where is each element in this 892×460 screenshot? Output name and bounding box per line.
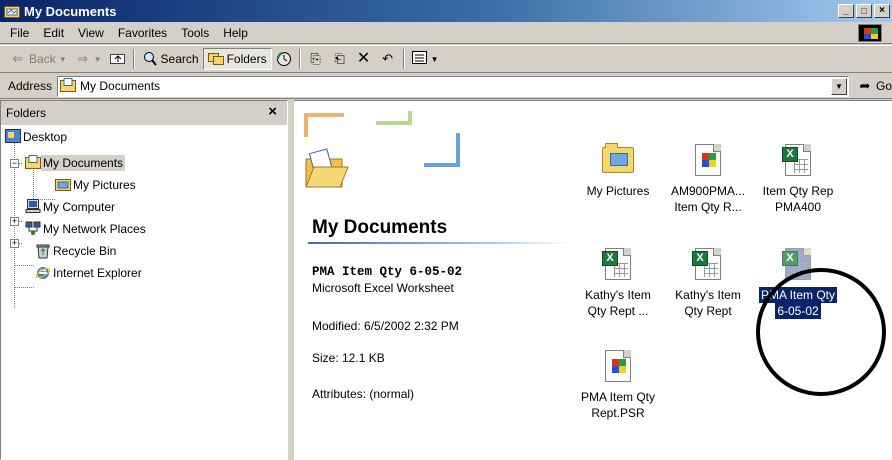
minimize-button[interactable]: _ [838,4,854,18]
my-documents-icon [25,155,41,171]
tree-item-my-network-places[interactable]: My Network Places [25,219,148,239]
file-item[interactable]: AM900PMA... Item Qty R... [658,143,758,215]
selected-file-type: Microsoft Excel Worksheet [312,281,454,295]
folder-window-icon [4,4,20,18]
address-input[interactable]: My Documents ▼ [57,75,849,97]
folders-icon [207,51,224,67]
history-icon [276,51,292,67]
folders-button[interactable]: Folders [202,48,272,70]
decorative-frame [304,113,344,137]
windows-logo-icon [858,24,882,42]
file-item[interactable]: X Kathy's Item Qty Rept ... [568,247,668,319]
expand-my-computer-icon[interactable]: + [10,217,19,226]
tree-item-internet-explorer[interactable]: Internet Explorer [35,263,144,283]
search-button[interactable]: Search [138,48,203,70]
menu-file[interactable]: File [0,26,36,40]
views-button[interactable]: ▼ [408,48,443,70]
folders-pane: Folders × Desktop − My Documents My Pict… [0,100,288,460]
views-icon [411,51,428,67]
open-folder-icon [302,145,350,193]
tree-item-recycle-bin[interactable]: Recycle Bin [35,241,118,261]
move-to-button[interactable]: ⎘ [304,48,328,70]
folders-pane-header: Folders × [1,101,287,125]
folder-heading: My Documents [312,217,448,238]
back-arrow-icon: ⇐ [12,51,24,66]
explorer-window: My Documents _ □ × File Edit View Favori… [0,0,892,460]
folder-pictures-icon [601,143,635,177]
undo-icon: ↶ [382,51,394,66]
forward-arrow-icon: ⇒ [77,51,89,66]
menu-view[interactable]: View [71,26,111,40]
delete-icon: ✕ [356,50,371,67]
ie-icon [35,265,51,281]
title-bar[interactable]: My Documents _ □ × [0,0,892,22]
annotation-circle [756,268,886,396]
tree-item-my-computer[interactable]: My Computer [25,197,117,217]
toolbar-separator [298,49,301,69]
copy-to-icon: ⎗ [334,51,345,66]
network-icon [25,221,41,237]
selected-file-modified: Modified: 6/5/2002 2:32 PM [312,319,459,333]
tree-item-my-pictures[interactable]: My Pictures [55,175,138,195]
excel-file-icon: X [781,143,815,177]
file-item[interactable]: PMA Item Qty Rept.PSR [568,349,668,421]
crystal-report-icon [601,349,635,383]
tree-item-my-documents[interactable]: My Documents [25,153,126,173]
file-item[interactable]: X Item Qty Rep PMA400 [748,143,848,215]
menu-bar: File Edit View Favorites Tools Help [0,22,892,44]
my-pictures-icon [55,177,71,193]
back-button[interactable]: ⇐ Back ▼ [6,48,71,70]
tree-item-desktop[interactable]: Desktop [5,127,69,147]
delete-button[interactable]: ✕ [352,48,376,70]
go-button[interactable]: ➦ Go [857,78,892,94]
recycle-bin-icon [35,243,51,259]
address-dropdown-icon[interactable]: ▼ [830,77,847,95]
standard-toolbar: ⇐ Back ▼ ⇒ ▼ Search Folders ⎘ ⎗ ✕ ↶ ▼ [0,45,892,73]
close-icon[interactable]: × [268,104,277,120]
decorative-frame [376,111,412,125]
expand-network-icon[interactable]: + [10,239,19,248]
up-folder-button[interactable] [106,48,130,70]
toolbar-separator [132,49,135,69]
move-to-icon: ⎘ [310,51,321,66]
back-dropdown-icon[interactable]: ▼ [59,55,67,64]
file-item[interactable]: My Pictures [568,143,668,199]
toolbar-separator [402,49,405,69]
address-bar: Address My Documents ▼ ➦ Go [0,74,892,99]
decorative-frame [424,133,460,167]
crystal-report-icon [691,143,725,177]
menu-tools[interactable]: Tools [174,26,216,40]
forward-button[interactable]: ⇒ ▼ [71,48,106,70]
undo-button[interactable]: ↶ [376,48,400,70]
search-icon [142,51,158,67]
address-label: Address [8,79,53,93]
excel-file-icon: X [601,247,635,281]
menu-edit[interactable]: Edit [36,26,71,40]
forward-dropdown-icon[interactable]: ▼ [94,55,102,64]
file-item[interactable]: X Kathy's Item Qty Rept [658,247,758,319]
close-button[interactable]: × [874,4,890,18]
window-title: My Documents [24,3,117,19]
views-dropdown-icon[interactable]: ▼ [431,55,439,64]
collapse-my-documents-icon[interactable]: − [10,159,19,168]
selected-file-attributes: Attributes: (normal) [312,387,415,401]
up-folder-icon [109,51,126,67]
selected-file-size: Size: 12.1 KB [312,351,385,365]
copy-to-button[interactable]: ⎗ [328,48,352,70]
menu-favorites[interactable]: Favorites [111,26,174,40]
history-button[interactable] [272,48,296,70]
go-arrow-icon: ➦ [859,78,871,93]
desktop-icon [5,129,21,145]
maximize-button[interactable]: □ [856,4,872,18]
selected-file-name: PMA Item Qty 6-05-02 [312,265,463,279]
excel-file-icon: X [691,247,725,281]
my-documents-icon [60,78,77,94]
menu-help[interactable]: Help [216,26,255,40]
heading-rule [308,242,570,244]
my-computer-icon [25,199,41,215]
